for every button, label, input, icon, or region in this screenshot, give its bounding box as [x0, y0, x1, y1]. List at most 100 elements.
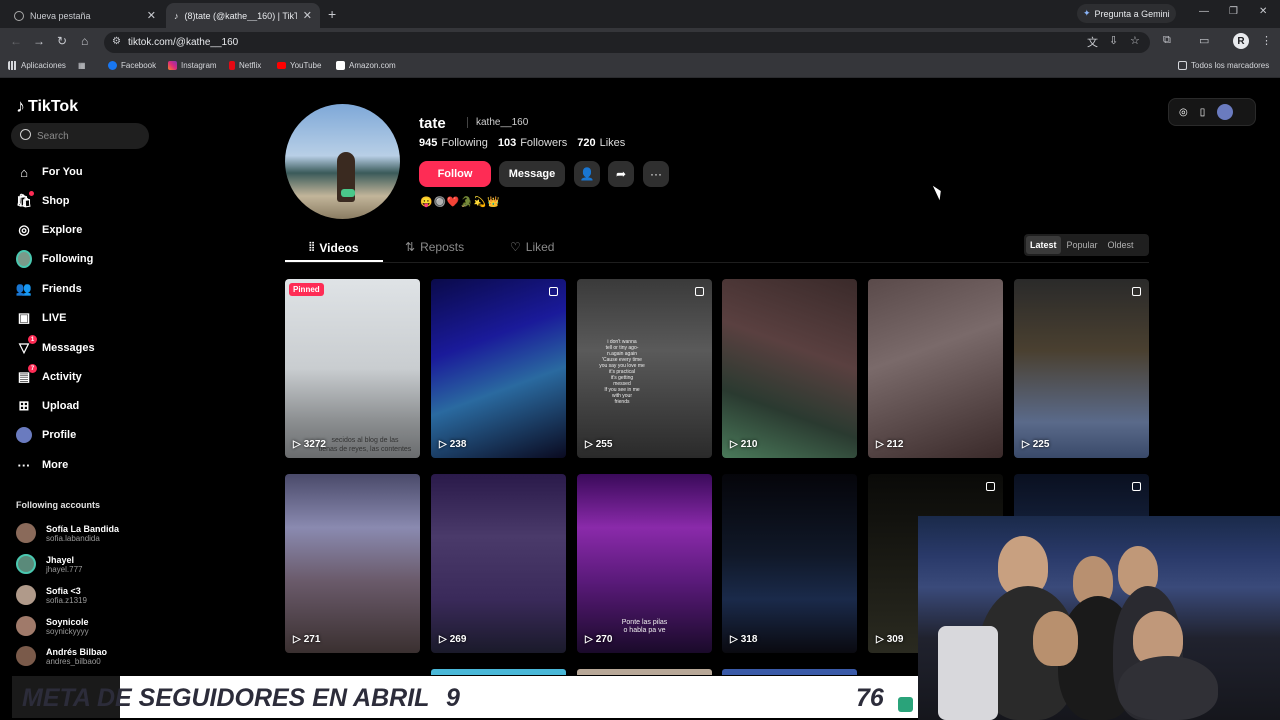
following-account[interactable]: Soynicole soynickyyyy: [16, 616, 89, 636]
restore-icon[interactable]: ❐: [1229, 6, 1238, 17]
video-card[interactable]: ▷ 210: [722, 279, 857, 458]
add-friend-icon[interactable]: 👤: [574, 161, 600, 187]
new-tab-icon[interactable]: +: [328, 6, 336, 22]
facebook-icon: [108, 61, 117, 70]
video-card[interactable]: ▷ 271: [285, 474, 420, 653]
follower-goal-current: 9: [446, 684, 460, 712]
following-account[interactable]: Andrés Bilbao andres_bilbao0: [16, 646, 107, 666]
install-app-icon[interactable]: ⇩: [1109, 34, 1118, 47]
bookmark-label: Todos los marcadores: [1191, 61, 1270, 70]
nav-label: Shop: [42, 195, 70, 207]
tab-videos[interactable]: ⦙⦙ Videos: [309, 240, 359, 255]
sort-toggle: Latest Popular Oldest: [1024, 234, 1149, 256]
browser-tab-tiktok[interactable]: ♪ (8)tate (@kathe__160) | TikTok ✕: [166, 3, 320, 28]
bookmark-youtube[interactable]: YouTube: [277, 61, 321, 70]
nav-messages[interactable]: ▽ 1 Messages: [16, 335, 95, 356]
nav-profile[interactable]: Profile: [16, 427, 76, 443]
user-avatar[interactable]: [1217, 104, 1234, 120]
close-window-icon[interactable]: ✕: [1259, 6, 1267, 17]
sort-popular-button[interactable]: Popular: [1063, 236, 1102, 254]
play-icon: ▷: [585, 634, 593, 645]
tab-liked[interactable]: ♡ Liked: [510, 240, 554, 254]
back-icon[interactable]: ←: [10, 34, 22, 48]
browser-tab-new[interactable]: Nueva pestaña ✕: [6, 3, 164, 28]
nav-activity[interactable]: ▤ 7 Activity: [16, 364, 82, 385]
tab-reposts[interactable]: ⇅ Reposts: [405, 240, 464, 254]
nav-live[interactable]: ▣ LIVE: [16, 310, 67, 326]
follow-button[interactable]: Follow: [419, 161, 491, 187]
nav-following[interactable]: Following: [16, 250, 93, 268]
video-card[interactable]: ▷ 318: [722, 474, 857, 653]
side-panel-icon[interactable]: ▭: [1199, 34, 1209, 47]
followers-stat[interactable]: 103 Followers: [498, 137, 567, 149]
following-account[interactable]: Sofia <3 sofia.z1319: [16, 585, 87, 605]
nav-friends[interactable]: 👥 Friends: [16, 281, 82, 297]
address-bar[interactable]: ⚙ tiktok.com/@kathe__160: [104, 32, 1150, 53]
more-icon: ···: [17, 457, 31, 473]
close-tab-icon[interactable]: ✕: [303, 9, 312, 22]
device-icon[interactable]: ▯: [1200, 107, 1206, 118]
video-card[interactable]: Pinned secidos al blog de las tienas de r…: [285, 279, 420, 458]
minimize-icon[interactable]: —: [1199, 6, 1209, 17]
reload-icon[interactable]: ↻: [57, 34, 67, 48]
bookmark-star-icon[interactable]: ☆: [1130, 34, 1140, 47]
multi-photo-icon: [986, 482, 995, 491]
tiktok-logo[interactable]: ♪ TikTok: [16, 96, 78, 117]
all-bookmarks[interactable]: Todos los marcadores: [1178, 61, 1269, 70]
share-icon[interactable]: ➦: [608, 161, 634, 187]
video-card[interactable]: ▷ 269: [431, 474, 566, 653]
video-card[interactable]: Ponte las pilas o habla pa ve ▷ 270: [577, 474, 712, 653]
account-name: Sofía La Bandida: [46, 523, 120, 534]
message-button[interactable]: Message: [499, 161, 565, 187]
coins-icon[interactable]: ◎: [1179, 107, 1188, 118]
nav-label: Profile: [42, 429, 77, 441]
browser-toolbar: ← → ↻ ⌂ ⚙ tiktok.com/@kathe__160 文 ⇩ ☆ ⧉…: [0, 28, 1280, 56]
bookmark-instagram[interactable]: Instagram: [168, 61, 217, 70]
messages-badge: 1: [28, 335, 37, 344]
sort-latest-button[interactable]: Latest: [1026, 236, 1061, 254]
account-handle: soynickyyyy: [46, 626, 89, 636]
search-input[interactable]: Search: [11, 123, 149, 149]
tab-title: Nueva pestaña: [30, 10, 91, 21]
gemini-button[interactable]: ✦ Pregunta a Gemini: [1077, 4, 1176, 23]
nav-upload[interactable]: ⊞ Upload: [16, 398, 80, 414]
bookmark-amazon[interactable]: Amazon.com: [336, 61, 396, 70]
site-info-icon[interactable]: ⚙: [112, 36, 121, 47]
forward-icon[interactable]: →: [33, 34, 45, 48]
browser-menu-icon[interactable]: ⋮: [1261, 34, 1272, 47]
following-account[interactable]: Sofía La Bandida sofia.labandida: [16, 523, 119, 543]
video-card[interactable]: ▷ 225: [1014, 279, 1149, 458]
extensions-icon[interactable]: ⧉: [1163, 34, 1171, 47]
profile-stats: 945 Following 103 Followers 720 Likes: [419, 137, 625, 149]
more-options-icon[interactable]: ···: [643, 161, 669, 187]
gaming-chair: [938, 626, 998, 720]
nav-shop[interactable]: 🛍 Shop: [16, 191, 70, 209]
video-card[interactable]: i don't wanna tell or tiny ago- n.again …: [577, 279, 712, 458]
nav-more[interactable]: ··· More: [16, 457, 69, 473]
apps-launcher-icon[interactable]: ▦: [78, 61, 86, 70]
bookmark-facebook[interactable]: Facebook: [108, 61, 156, 70]
video-card-partial[interactable]: [431, 669, 566, 675]
browser-profile-avatar[interactable]: R: [1233, 33, 1249, 49]
bookmark-label: Facebook: [121, 61, 157, 70]
video-card-partial[interactable]: [577, 669, 712, 675]
following-account[interactable]: Jhayel jhayel.777: [16, 554, 82, 574]
sort-oldest-button[interactable]: Oldest: [1104, 236, 1138, 254]
close-tab-icon[interactable]: ✕: [147, 9, 156, 22]
video-card-partial[interactable]: [722, 669, 857, 675]
nav-for-you[interactable]: ⌂ For You: [16, 164, 82, 180]
nav-label: Upload: [42, 400, 80, 412]
home-browser-icon[interactable]: ⌂: [81, 34, 88, 48]
profile-avatar-large[interactable]: [285, 104, 400, 219]
video-card[interactable]: ▷ 238: [431, 279, 566, 458]
nav-explore[interactable]: ◎ Explore: [16, 222, 82, 238]
bookmark-netflix[interactable]: Netflix: [229, 61, 261, 70]
profile-bio: 😛🔘❤️🐊💫👑: [420, 197, 501, 208]
translate-icon[interactable]: 文: [1087, 34, 1098, 50]
play-icon: ▷: [439, 634, 447, 645]
bookmark-apps[interactable]: Aplicaciones: [8, 61, 66, 70]
multi-photo-icon: [549, 287, 558, 296]
bookmark-label: Aplicaciones: [21, 61, 66, 70]
video-card[interactable]: ▷ 212: [868, 279, 1003, 458]
following-stat[interactable]: 945 Following: [419, 137, 488, 149]
